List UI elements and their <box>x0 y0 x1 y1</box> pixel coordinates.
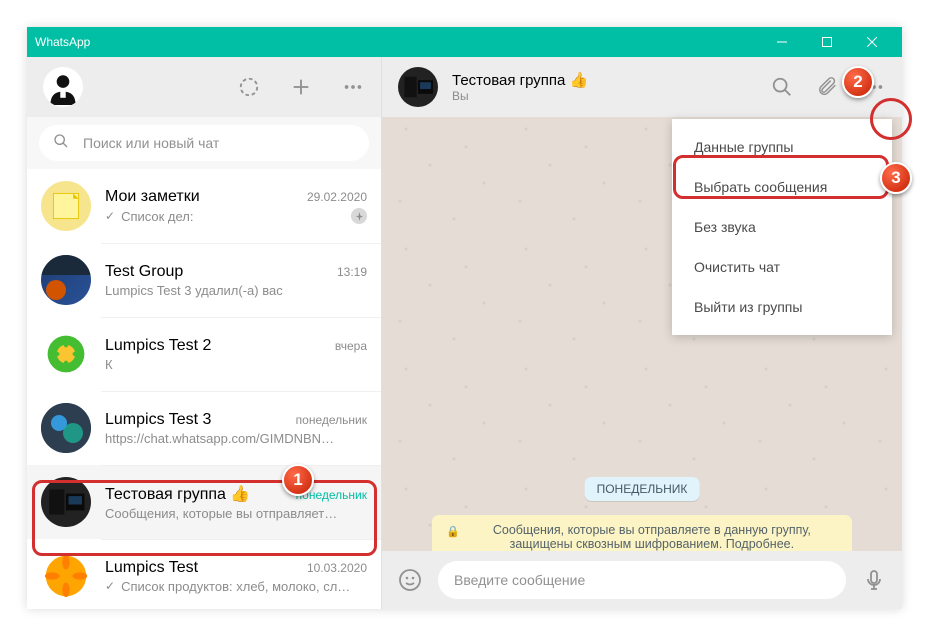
search-box[interactable] <box>39 125 369 161</box>
search-row <box>27 117 381 169</box>
chat-menu-dropdown: Данные группы Выбрать сообщения Без звук… <box>672 119 892 335</box>
check-icon: ✓ <box>105 579 115 593</box>
lock-icon: 🔒 <box>446 525 460 538</box>
chat-avatar <box>41 329 91 379</box>
callout-1: 1 <box>282 464 314 496</box>
mic-icon[interactable] <box>862 568 886 592</box>
chat-avatar <box>41 255 91 305</box>
composer <box>382 551 902 609</box>
chat-item-selected[interactable]: Тестовая группа 👍понедельник Сообщения, … <box>27 465 381 539</box>
search-icon <box>53 133 69 154</box>
menu-exit-group[interactable]: Выйти из группы <box>672 287 892 327</box>
chat-time: 29.02.2020 <box>307 190 367 204</box>
app-window: WhatsApp <box>27 27 902 609</box>
encryption-notice[interactable]: 🔒 Сообщения, которые вы отправляете в да… <box>432 515 852 551</box>
sidebar-header <box>27 57 381 117</box>
chat-preview: Сообщения, которые вы отправляет… <box>105 506 367 521</box>
chat-item[interactable]: Мои заметки 29.02.2020 ✓ Список дел: <box>27 169 381 243</box>
chat-avatar <box>41 403 91 453</box>
callout-3: 3 <box>880 162 912 194</box>
check-icon: ✓ <box>105 209 115 223</box>
main-header[interactable]: Тестовая группа 👍 Вы <box>382 57 902 117</box>
maximize-button[interactable] <box>804 27 849 57</box>
chat-name: Lumpics Test 2 <box>105 337 327 355</box>
chat-preview: Список дел: <box>121 209 345 224</box>
main-header-info[interactable]: Тестовая группа 👍 Вы <box>452 71 756 103</box>
chat-avatar <box>41 181 91 231</box>
main-panel: Тестовая группа 👍 Вы ПОНЕ <box>382 57 902 609</box>
encryption-text: Сообщения, которые вы отправляете в данн… <box>466 523 838 551</box>
chat-item[interactable]: Lumpics Test 2 вчера К <box>27 317 381 391</box>
menu-icon[interactable] <box>341 75 365 99</box>
main-header-name: Тестовая группа 👍 <box>452 71 756 89</box>
chat-avatar <box>41 551 91 601</box>
attach-icon[interactable] <box>816 75 840 99</box>
content: Мои заметки 29.02.2020 ✓ Список дел: Test … <box>27 57 902 609</box>
message-input[interactable] <box>454 572 830 588</box>
search-in-chat-icon[interactable] <box>770 75 794 99</box>
callout-2: 2 <box>842 66 874 98</box>
chat-time: вчера <box>335 339 367 353</box>
chat-name: Тестовая группа 👍 <box>105 484 288 504</box>
search-input[interactable] <box>83 135 355 151</box>
app-title: WhatsApp <box>35 35 759 49</box>
chat-item[interactable]: Lumpics Test 10.03.2020 ✓ Список продуктов… <box>27 539 381 609</box>
group-avatar[interactable] <box>398 67 438 107</box>
minimize-button[interactable] <box>759 27 804 57</box>
chat-name: Мои заметки <box>105 188 299 206</box>
menu-select-messages[interactable]: Выбрать сообщения <box>672 167 892 207</box>
chat-list[interactable]: Мои заметки 29.02.2020 ✓ Список дел: Test … <box>27 169 381 609</box>
chat-avatar <box>41 477 91 527</box>
sidebar-actions <box>237 75 365 99</box>
chat-preview: К <box>105 357 367 372</box>
chat-name: Lumpics Test <box>105 559 299 577</box>
chat-time: 13:19 <box>337 265 367 279</box>
new-chat-icon[interactable] <box>289 75 313 99</box>
chat-preview: https://chat.whatsapp.com/GIMDNBN… <box>105 431 367 446</box>
chat-name: Test Group <box>105 263 329 281</box>
composer-input-wrap[interactable] <box>438 561 846 599</box>
menu-clear-chat[interactable]: Очистить чат <box>672 247 892 287</box>
chat-item[interactable]: Test Group 13:19 Lumpics Test 3 удалил(-а… <box>27 243 381 317</box>
status-icon[interactable] <box>237 75 261 99</box>
chat-time: 10.03.2020 <box>307 561 367 575</box>
chat-time: понедельник <box>296 413 367 427</box>
menu-group-info[interactable]: Данные группы <box>672 127 892 167</box>
menu-mute[interactable]: Без звука <box>672 207 892 247</box>
chat-item[interactable]: Lumpics Test 3 понедельник https://chat.w… <box>27 391 381 465</box>
chat-preview: Список продуктов: хлеб, молоко, сл… <box>121 579 367 594</box>
main-header-sub: Вы <box>452 89 756 103</box>
titlebar: WhatsApp <box>27 27 902 57</box>
date-chip: ПОНЕДЕЛЬНИК <box>585 477 700 501</box>
close-button[interactable] <box>849 27 894 57</box>
chat-name: Lumpics Test 3 <box>105 411 288 429</box>
me-avatar[interactable] <box>43 67 83 107</box>
sidebar: Мои заметки 29.02.2020 ✓ Список дел: Test … <box>27 57 382 609</box>
chat-preview: Lumpics Test 3 удалил(-а) вас <box>105 283 367 298</box>
emoji-icon[interactable] <box>398 568 422 592</box>
pin-icon <box>351 208 367 224</box>
